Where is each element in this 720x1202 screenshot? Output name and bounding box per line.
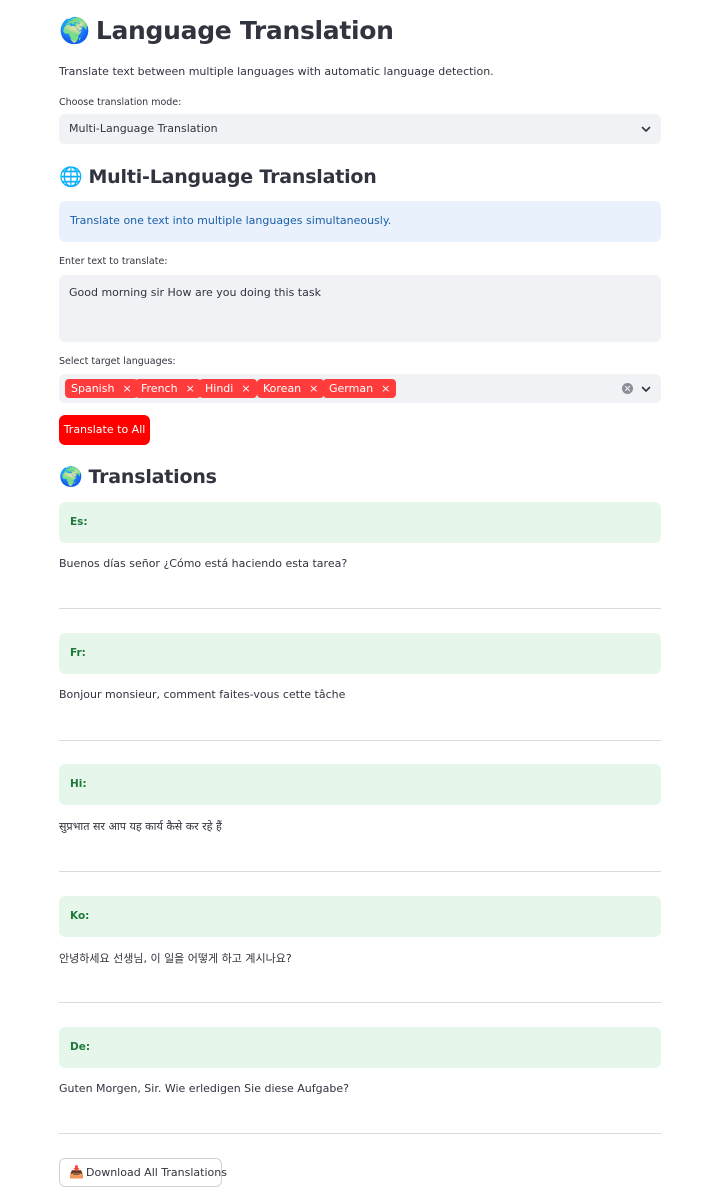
remove-tag-icon[interactable]: × bbox=[309, 379, 318, 398]
page-title-text: Language Translation bbox=[95, 16, 394, 45]
section-title: 🌐 Multi-Language Translation bbox=[59, 165, 377, 188]
input-label: Enter text to translate: bbox=[59, 256, 168, 267]
translations-title: 🌍 Translations bbox=[59, 465, 217, 488]
divider bbox=[59, 608, 661, 609]
translations-title-text: Translations bbox=[88, 466, 217, 488]
result-header-de: De: bbox=[59, 1027, 661, 1068]
remove-tag-icon[interactable]: × bbox=[122, 379, 131, 398]
language-code: Es: bbox=[70, 516, 88, 528]
mode-label: Choose translation mode: bbox=[59, 97, 182, 108]
inbox-tray-icon: 📥 bbox=[69, 1165, 84, 1179]
section-title-text: Multi-Language Translation bbox=[88, 166, 377, 188]
result-text-hi: सुप्रभात सर आप यह कार्य कैसे कर रहे हैं bbox=[59, 820, 222, 833]
tag-label: German bbox=[329, 382, 374, 395]
tag-korean: Korean × bbox=[257, 379, 325, 398]
language-code: Fr: bbox=[70, 647, 86, 659]
globe-icon: 🌍 bbox=[59, 466, 83, 488]
clear-all-icon[interactable] bbox=[622, 383, 633, 394]
source-text-value: Good morning sir How are you doing this … bbox=[69, 286, 321, 299]
target-languages-multiselect[interactable]: Spanish × French × Hindi × Korean × German × bbox=[59, 374, 661, 403]
remove-tag-icon[interactable]: × bbox=[186, 379, 195, 398]
mode-select-value: Multi-Language Translation bbox=[69, 122, 218, 135]
info-alert: Translate one text into multiple languag… bbox=[59, 201, 661, 242]
result-header-es: Es: bbox=[59, 502, 661, 543]
mode-select[interactable]: Multi-Language Translation bbox=[59, 114, 661, 144]
divider bbox=[59, 871, 661, 872]
tag-label: French bbox=[141, 382, 178, 395]
tag-label: Korean bbox=[263, 382, 302, 395]
language-code: Ko: bbox=[70, 910, 90, 922]
result-header-ko: Ko: bbox=[59, 896, 661, 937]
info-alert-text: Translate one text into multiple languag… bbox=[70, 214, 392, 227]
divider bbox=[59, 1002, 661, 1003]
page-title: 🌍 Language Translation bbox=[59, 16, 394, 46]
remove-tag-icon[interactable]: × bbox=[381, 379, 390, 398]
language-code: De: bbox=[70, 1041, 91, 1053]
result-text-es: Buenos días señor ¿Cómo está haciendo es… bbox=[59, 557, 348, 570]
result-text-ko: 안녕하세요 선생님, 이 일을 어떻게 하고 계시나요? bbox=[59, 952, 292, 965]
download-all-label: Download All Translations bbox=[86, 1166, 227, 1179]
remove-tag-icon[interactable]: × bbox=[241, 379, 250, 398]
tag-hindi: Hindi × bbox=[199, 379, 257, 398]
tag-label: Hindi bbox=[205, 382, 234, 395]
tag-label: Spanish bbox=[71, 382, 115, 395]
divider bbox=[59, 740, 661, 741]
globe-icon: 🌍 bbox=[59, 16, 90, 45]
result-text-de: Guten Morgen, Sir. Wie erledigen Sie die… bbox=[59, 1082, 349, 1095]
translate-to-all-button[interactable]: Translate to All bbox=[59, 415, 150, 445]
tag-german: German × bbox=[323, 379, 397, 398]
globe-meridians-icon: 🌐 bbox=[59, 166, 83, 188]
source-text-area[interactable]: Good morning sir How are you doing this … bbox=[59, 275, 661, 342]
page-subtitle: Translate text between multiple language… bbox=[59, 65, 494, 78]
language-code: Hi: bbox=[70, 778, 87, 790]
download-all-button[interactable]: 📥 Download All Translations bbox=[59, 1158, 227, 1187]
result-header-fr: Fr: bbox=[59, 633, 661, 674]
result-header-hi: Hi: bbox=[59, 764, 661, 805]
target-languages-label: Select target languages: bbox=[59, 356, 176, 367]
tag-spanish: Spanish × bbox=[65, 379, 138, 398]
tag-french: French × bbox=[135, 379, 201, 398]
result-text-fr: Bonjour monsieur, comment faites-vous ce… bbox=[59, 688, 346, 701]
chevron-down-icon bbox=[641, 126, 651, 132]
chevron-down-icon[interactable] bbox=[640, 383, 652, 395]
divider bbox=[59, 1133, 661, 1134]
